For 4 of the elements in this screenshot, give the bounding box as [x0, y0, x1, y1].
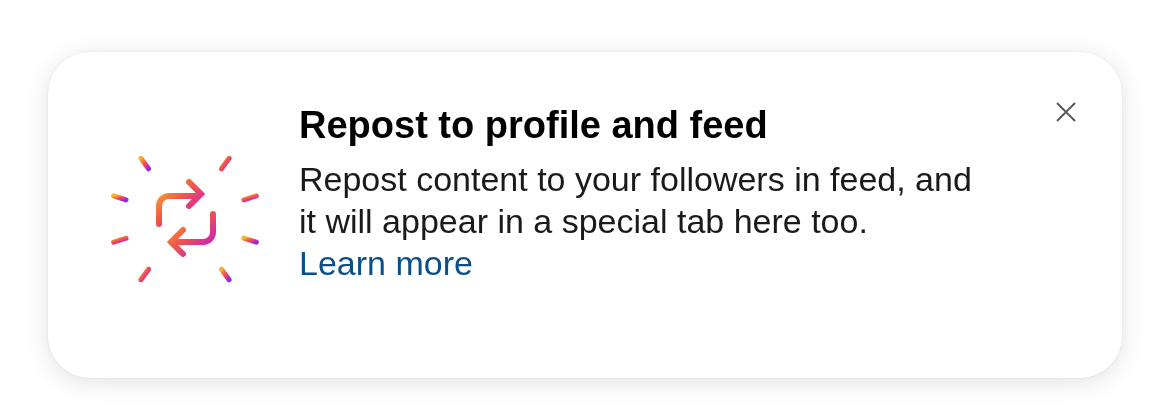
- card-title: Repost to profile and feed: [299, 103, 769, 148]
- card-description: Repost content to your followers in feed, and it will appear in a special tab here too. Learn more: [299, 159, 973, 284]
- close-icon[interactable]: [1054, 100, 1078, 124]
- learn-more-link[interactable]: Learn more: [299, 244, 473, 282]
